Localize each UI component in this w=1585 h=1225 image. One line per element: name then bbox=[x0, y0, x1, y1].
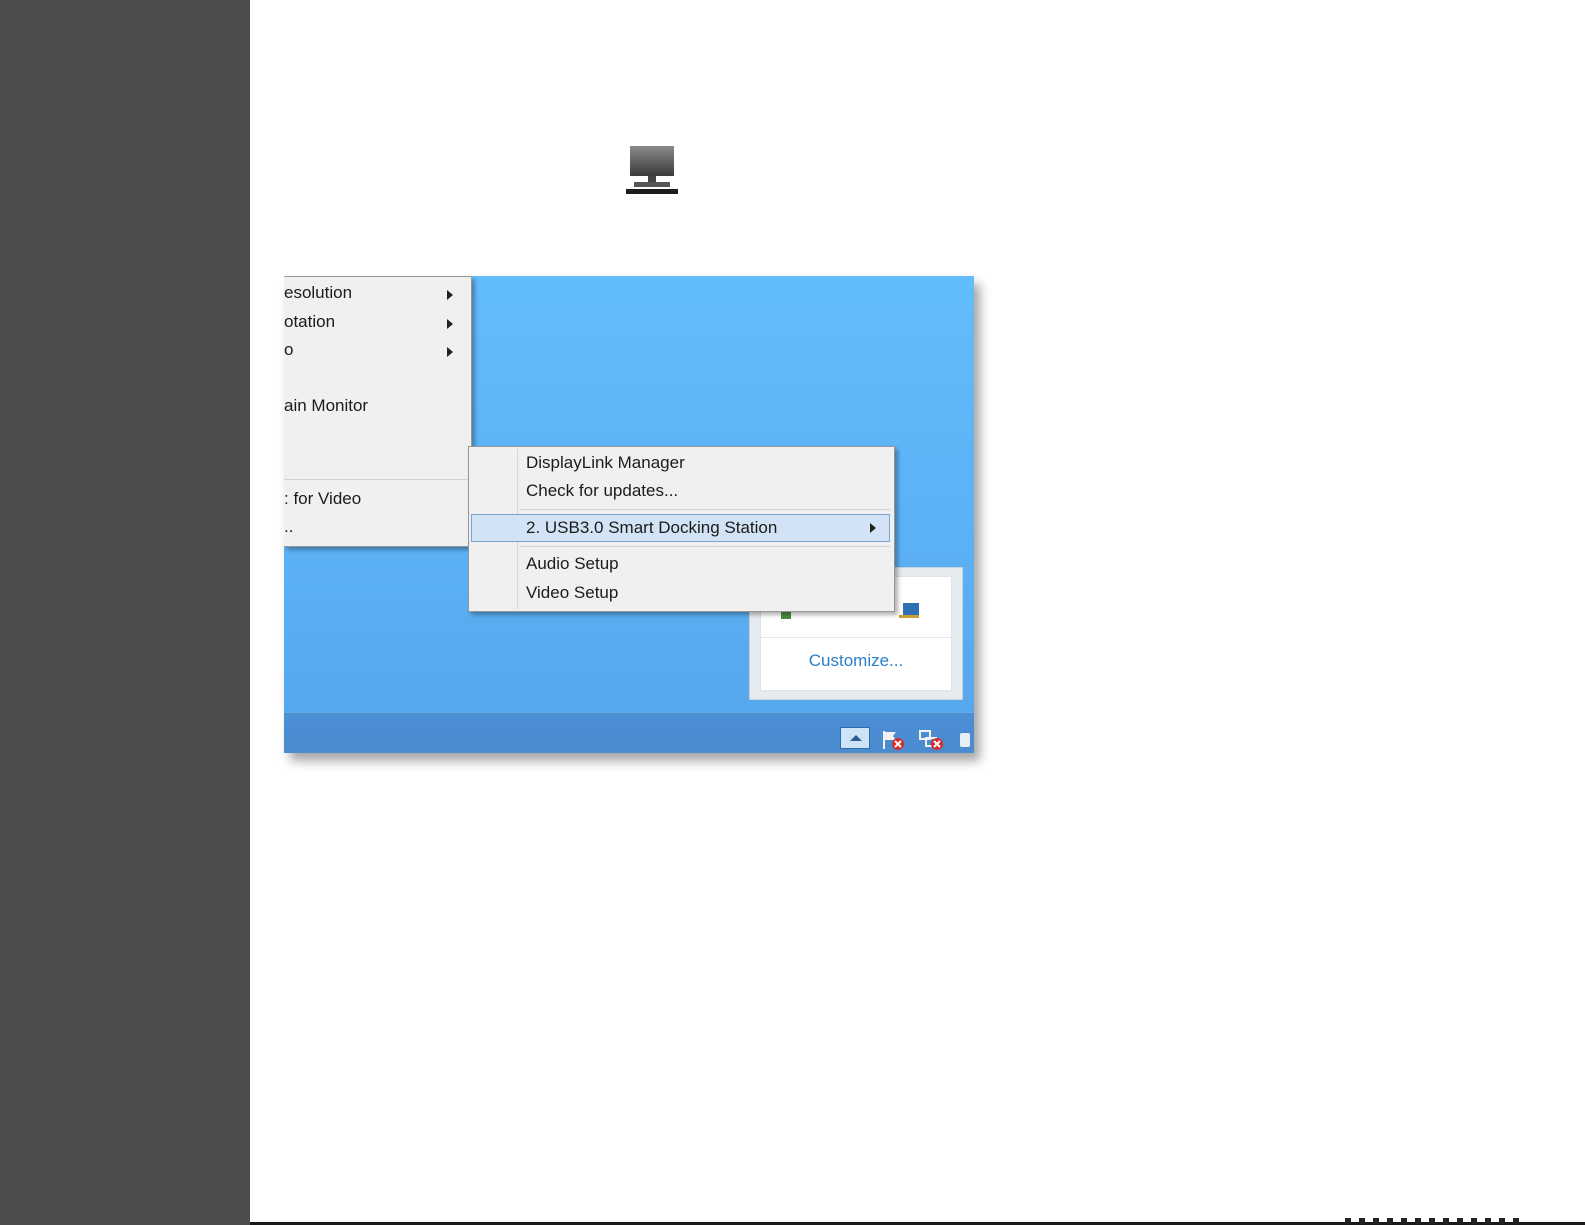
menu-item-more[interactable]: .. bbox=[284, 517, 293, 537]
action-center-flag-icon[interactable] bbox=[880, 729, 906, 751]
menu-item-main-monitor[interactable]: ain Monitor bbox=[284, 396, 368, 416]
bottom-marks bbox=[1345, 1218, 1525, 1224]
submenu-arrow-icon bbox=[447, 290, 453, 300]
speaker-icon[interactable] bbox=[960, 733, 970, 747]
menu-separator bbox=[284, 479, 468, 480]
menu-separator bbox=[519, 546, 890, 547]
customize-link[interactable]: Customize... bbox=[761, 651, 951, 671]
menu-item-resolution[interactable]: esolution bbox=[284, 283, 352, 303]
desktop-screenshot: Customize... esolution otation o ain Mon… bbox=[284, 276, 974, 753]
left-sidebar bbox=[0, 0, 250, 1225]
show-hidden-icons-button[interactable] bbox=[840, 727, 870, 749]
displaylink-context-menu: DisplayLink Manager Check for updates...… bbox=[468, 446, 895, 612]
displaylink-icon bbox=[626, 146, 678, 194]
display-settings-menu: esolution otation o ain Monitor : for Vi… bbox=[284, 276, 472, 547]
menu-separator bbox=[519, 509, 890, 510]
menu-item-audio-setup[interactable]: Audio Setup bbox=[526, 554, 619, 574]
monitor-tray-icon[interactable] bbox=[897, 601, 923, 621]
network-error-icon[interactable] bbox=[918, 729, 944, 751]
submenu-arrow-icon bbox=[447, 319, 453, 329]
menu-item-rotation[interactable]: otation bbox=[284, 312, 335, 332]
taskbar bbox=[284, 712, 974, 753]
menu-item-video-setup[interactable]: Video Setup bbox=[526, 583, 618, 603]
menu-item-check-updates[interactable]: Check for updates... bbox=[526, 481, 678, 501]
submenu-arrow-icon bbox=[447, 347, 453, 357]
menu-item-displaylink-manager[interactable]: DisplayLink Manager bbox=[526, 453, 685, 473]
submenu-arrow-icon bbox=[870, 523, 876, 533]
menu-item-extend-to[interactable]: o bbox=[284, 340, 293, 360]
menu-item-usb-docking-station[interactable]: 2. USB3.0 Smart Docking Station bbox=[526, 518, 777, 538]
menu-item-for-video[interactable]: : for Video bbox=[284, 489, 361, 509]
